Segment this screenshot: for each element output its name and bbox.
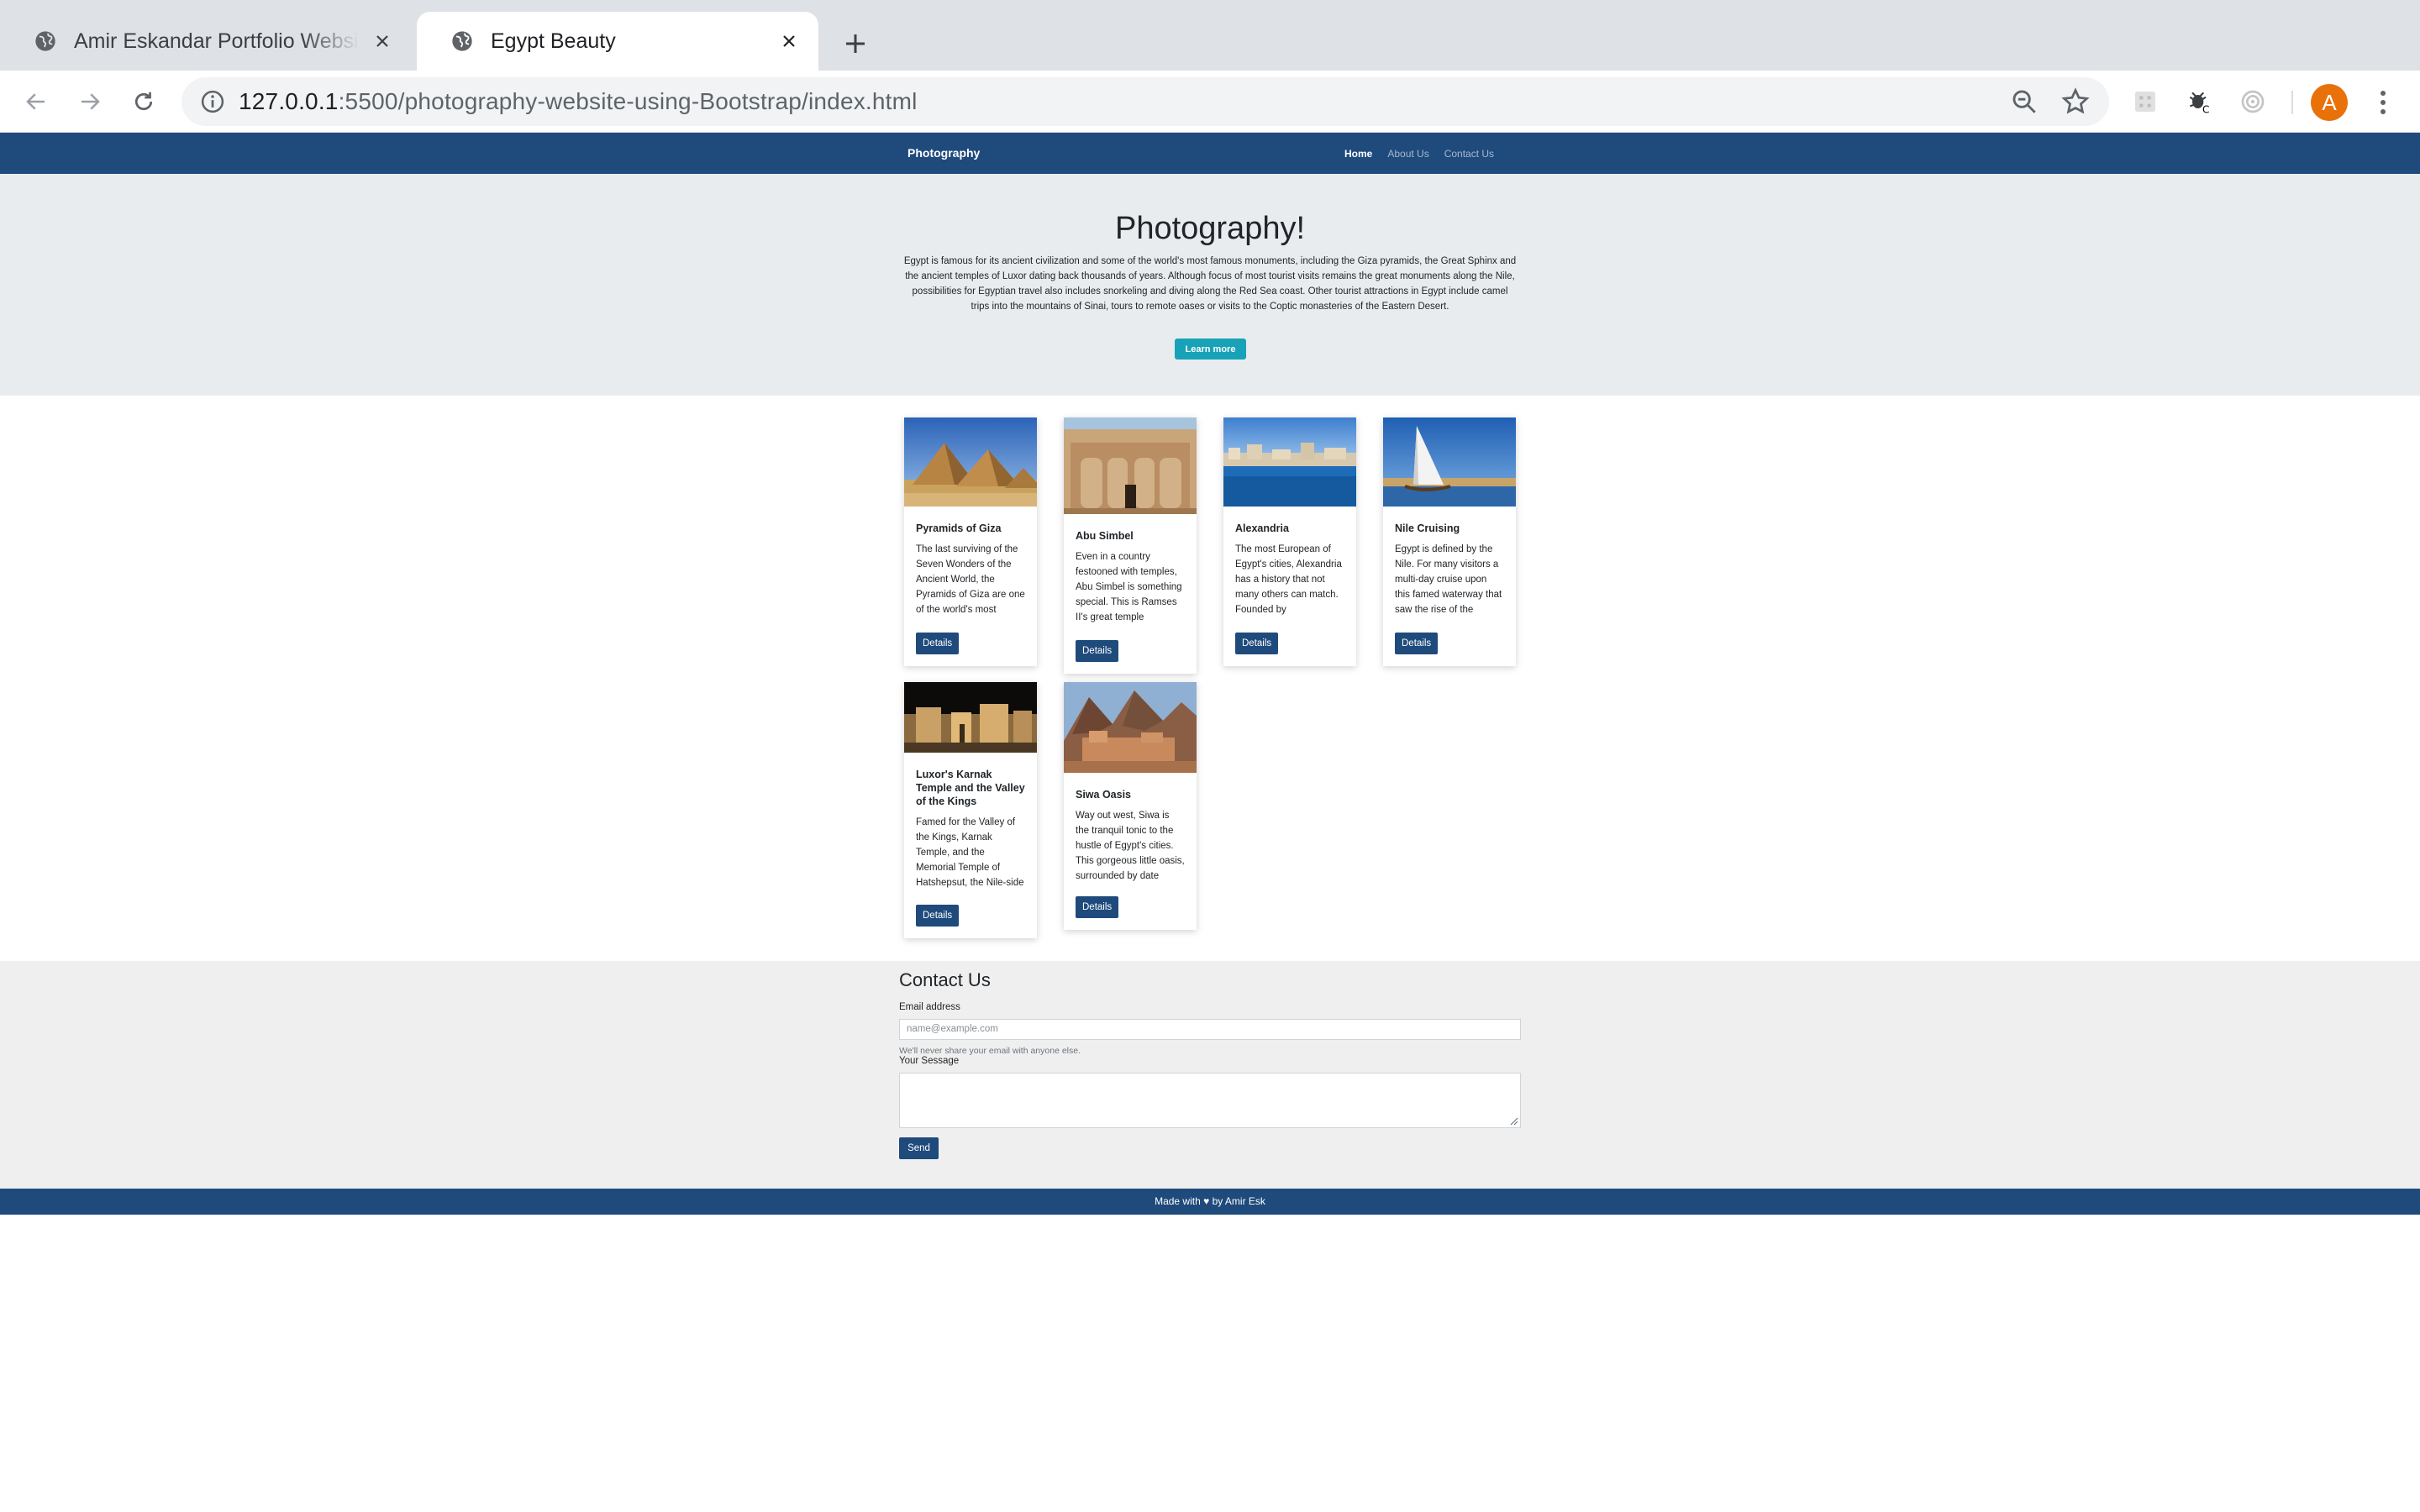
svg-text:C: C <box>2202 103 2209 115</box>
message-textarea[interactable] <box>899 1073 1521 1128</box>
browser-toolbar: 127.0.0.1:5500/photography-website-using… <box>0 71 2420 133</box>
card-text: Way out west, Siwa is the tranquil tonic… <box>1076 811 1185 881</box>
luxor-image <box>904 682 1037 753</box>
bookmark-star-icon[interactable] <box>2060 87 2091 117</box>
site-footer: Made with ♥ by Amir Esk <box>0 1189 2420 1215</box>
address-bar[interactable]: 127.0.0.1:5500/photography-website-using… <box>182 77 2109 126</box>
pyramids-image <box>904 417 1037 507</box>
learn-more-button[interactable]: Learn more <box>1175 339 1246 360</box>
globe-icon <box>35 31 55 51</box>
close-icon[interactable] <box>370 29 395 54</box>
card-title: Abu Simbel <box>1076 530 1134 542</box>
card-text: The most European of Egypt's cities, Ale… <box>1235 544 1342 615</box>
nav-link-contact-us[interactable]: Contact Us <box>1444 148 1494 160</box>
card-text: The last surviving of the Seven Wonders … <box>916 544 1025 615</box>
card-nile-cruising: Nile Cruising Egypt is defined by the Ni… <box>1383 417 1516 666</box>
details-button[interactable]: Details <box>1076 640 1119 662</box>
kebab-menu-icon[interactable] <box>2370 84 2396 121</box>
card-pyramids-of-giza: Pyramids of Giza The last surviving of t… <box>904 417 1037 666</box>
card-siwa-oasis: Siwa Oasis Way out west, Siwa is the tra… <box>1064 682 1197 930</box>
reload-button[interactable] <box>124 82 163 121</box>
details-button[interactable]: Details <box>916 905 960 927</box>
back-button[interactable] <box>17 82 55 121</box>
card-luxor-karnak: Luxor's Karnak Temple and the Valley of … <box>904 682 1037 938</box>
site-navbar: Photography Home About Us Contact Us <box>0 133 2420 174</box>
nav-link-about-us[interactable]: About Us <box>1387 148 1428 160</box>
card-title: Nile Cruising <box>1395 522 1460 534</box>
resize-handle-icon[interactable] <box>1508 1116 1518 1126</box>
bug-extension-icon[interactable]: C <box>2183 86 2215 118</box>
profile-avatar[interactable]: A <box>2311 84 2348 121</box>
globe-icon <box>452 31 472 51</box>
web-page: Photography Home About Us Contact Us Pho… <box>0 133 2420 1512</box>
url-path: :5500/photography-website-using-Bootstra… <box>338 88 918 114</box>
card-text: Egypt is defined by the Nile. For many v… <box>1395 544 1502 615</box>
siwa-oasis-image <box>1064 682 1197 773</box>
details-button[interactable]: Details <box>1235 633 1279 654</box>
abu-simbel-image <box>1064 417 1197 514</box>
info-icon[interactable] <box>200 89 225 114</box>
nav-link-home[interactable]: Home <box>1344 148 1372 160</box>
navbar-brand[interactable]: Photography <box>908 133 980 174</box>
details-button[interactable]: Details <box>916 633 960 654</box>
zoom-out-icon[interactable] <box>2010 87 2039 116</box>
email-field[interactable]: name@example.com <box>899 1019 1521 1040</box>
extension-grid-icon[interactable] <box>2129 86 2161 118</box>
arrow-right-icon <box>82 93 100 110</box>
card-text: Even in a country festooned with temples… <box>1076 552 1182 622</box>
hero-title: Photography! <box>1114 211 1306 246</box>
contact-section: Contact Us Email address name@example.co… <box>0 961 2420 1189</box>
new-tab-button[interactable] <box>837 25 874 62</box>
contact-heading: Contact Us <box>899 969 991 990</box>
forward-button[interactable] <box>71 82 109 121</box>
card-title: Alexandria <box>1235 522 1289 534</box>
url-host: 127.0.0.1 <box>239 88 339 114</box>
email-label: Email address <box>899 1002 960 1012</box>
message-label: Your Sessage <box>899 1056 960 1066</box>
tab-portfolio[interactable]: Amir Eskandar Portfolio Website <box>0 12 412 71</box>
hero-section: Photography! Egypt is famous for its anc… <box>0 174 2420 396</box>
card-abu-simbel: Abu Simbel Even in a country festooned w… <box>1064 417 1197 674</box>
details-button[interactable]: Details <box>1395 633 1439 654</box>
tab-title: Egypt Beauty <box>491 29 616 53</box>
alexandria-image <box>1223 417 1356 507</box>
email-help-text: We'll never share your email with anyone… <box>899 1046 1081 1056</box>
target-extension-icon[interactable] <box>2237 86 2269 118</box>
tab-title: Amir Eskandar Portfolio Website <box>74 29 360 53</box>
hero-text: Egypt is famous for its ancient civiliza… <box>903 256 1517 312</box>
plus-icon <box>846 34 865 53</box>
card-text: Famed for the Valley of the Kings, Karna… <box>916 817 1024 888</box>
card-title: Pyramids of Giza <box>916 522 1002 534</box>
card-alexandria: Alexandria The most European of Egypt's … <box>1223 417 1356 666</box>
close-icon[interactable] <box>776 29 802 54</box>
url-text[interactable]: 127.0.0.1:5500/photography-website-using… <box>239 77 918 126</box>
card-title: Siwa Oasis <box>1076 789 1132 801</box>
tab-egypt-beauty[interactable]: Egypt Beauty <box>417 12 818 71</box>
tab-strip: Amir Eskandar Portfolio Website Egypt Be… <box>0 0 2420 71</box>
toolbar-divider <box>2291 91 2293 114</box>
card-title: Luxor's Karnak Temple and the Valley of … <box>916 769 1025 807</box>
navbar-links: Home About Us Contact Us <box>1344 133 1494 174</box>
details-button[interactable]: Details <box>1076 896 1119 918</box>
nile-cruising-image <box>1383 417 1516 507</box>
reload-icon <box>134 92 153 111</box>
send-button[interactable]: Send <box>899 1137 939 1159</box>
arrow-left-icon <box>26 93 45 110</box>
